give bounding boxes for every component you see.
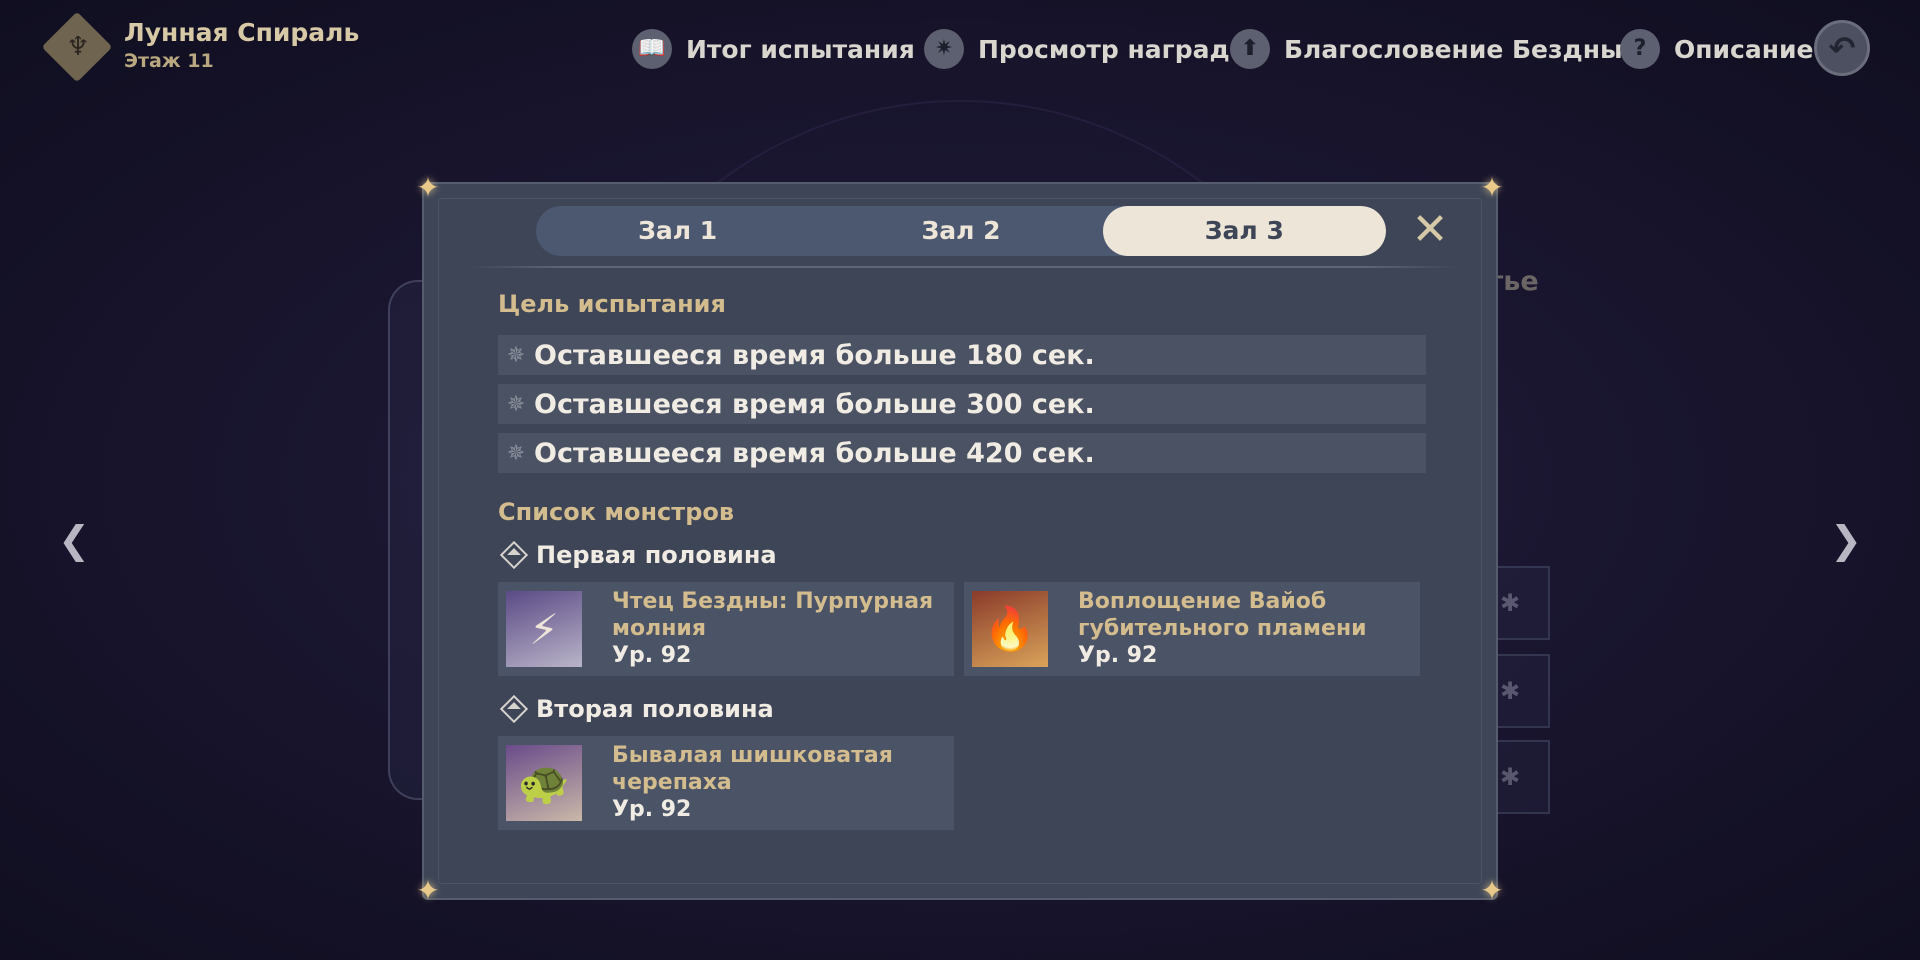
goal-text: Оставшееся время больше 180 сек. [534,339,1095,371]
goals-heading: Цель испытания [498,290,726,318]
first-half-heading: Первая половина [498,540,777,570]
chamber-details-modal: Зал 1 Зал 2 Зал 3 ✕ Цель испытания ✵ Ост… [422,182,1498,900]
star-icon: ✵ [506,391,526,417]
book-icon: 📖 [632,29,672,69]
monster-name: Чтец Бездны: Пурпурная молния [612,589,934,641]
star-icon: ✵ [506,440,526,466]
star-icon: ✵ [506,342,526,368]
chamber-tabs: Зал 1 Зал 2 Зал 3 [536,206,1386,256]
corner-ornament-icon: ✦ [1480,171,1504,204]
goal-row: ✵ Оставшееся время больше 420 сек. [498,433,1426,473]
nav-view-rewards[interactable]: ✷ Просмотр наград [924,26,1230,72]
goal-row: ✵ Оставшееся время больше 300 сек. [498,384,1426,424]
question-icon: ? [1620,29,1660,69]
star-badge-icon: ✷ [924,29,964,69]
corner-ornament-icon: ✦ [416,171,440,204]
monster-portrait: 🐢 [506,745,582,821]
nav-label: Описание [1674,34,1814,64]
nav-challenge-summary[interactable]: 📖 Итог испытания [632,26,915,72]
monster-level: Ур. 92 [1078,643,1158,668]
floor-subtitle: Этаж 11 [124,50,214,72]
half-label: Вторая половина [536,695,774,723]
divider [468,266,1458,268]
monster-card[interactable]: 🔥 Воплощение Вайоб губительного пламени … [964,582,1420,676]
monsters-heading: Список монстров [498,498,735,526]
nav-description[interactable]: ? Описание [1620,26,1813,72]
nav-label: Просмотр наград [978,34,1230,64]
monster-portrait: ⚡ [506,591,582,667]
second-half-heading: Вторая половина [498,694,774,724]
corner-ornament-icon: ✦ [1480,874,1504,907]
page-title: Лунная Спираль [124,18,360,47]
monster-name: Воплощение Вайоб губительного пламени [1078,589,1367,641]
goal-text: Оставшееся время больше 420 сек. [534,437,1095,469]
previous-arrow-icon[interactable]: ❮ [54,518,94,562]
monster-name: Бывалая шишковатая черепаха [612,743,893,795]
goal-row: ✵ Оставшееся время больше 180 сек. [498,335,1426,375]
lightning-icon: ⚡ [529,604,559,654]
arrow-up-icon: ⬆ [1230,29,1270,69]
monster-card[interactable]: ⚡ Чтец Бездны: Пурпурная молния Ур. 92 [498,582,954,676]
tab-chamber-2[interactable]: Зал 2 [819,206,1102,256]
flame-icon: 🔥 [983,604,1037,653]
turtle-icon: 🐢 [517,758,571,807]
monster-level: Ур. 92 [612,643,692,668]
nav-label: Итог испытания [686,34,915,64]
diamond-icon [499,540,529,570]
nav-abyss-blessing[interactable]: ⬆ Благословение Бездны [1230,26,1623,72]
close-button[interactable]: ✕ [1408,208,1452,252]
tab-chamber-1[interactable]: Зал 1 [536,206,819,256]
diamond-icon [499,694,529,724]
nav-label: Благословение Бездны [1284,34,1623,64]
goal-text: Оставшееся время больше 300 сек. [534,388,1095,420]
monster-card[interactable]: 🐢 Бывалая шишковатая черепаха Ур. 92 [498,736,954,830]
half-label: Первая половина [536,541,777,569]
corner-ornament-icon: ✦ [416,874,440,907]
tab-chamber-3[interactable]: Зал 3 [1102,206,1386,256]
back-button[interactable]: ↶ [1814,20,1870,76]
monster-level: Ур. 92 [612,797,692,822]
next-arrow-icon[interactable]: ❯ [1826,518,1866,562]
monster-portrait: 🔥 [972,591,1048,667]
